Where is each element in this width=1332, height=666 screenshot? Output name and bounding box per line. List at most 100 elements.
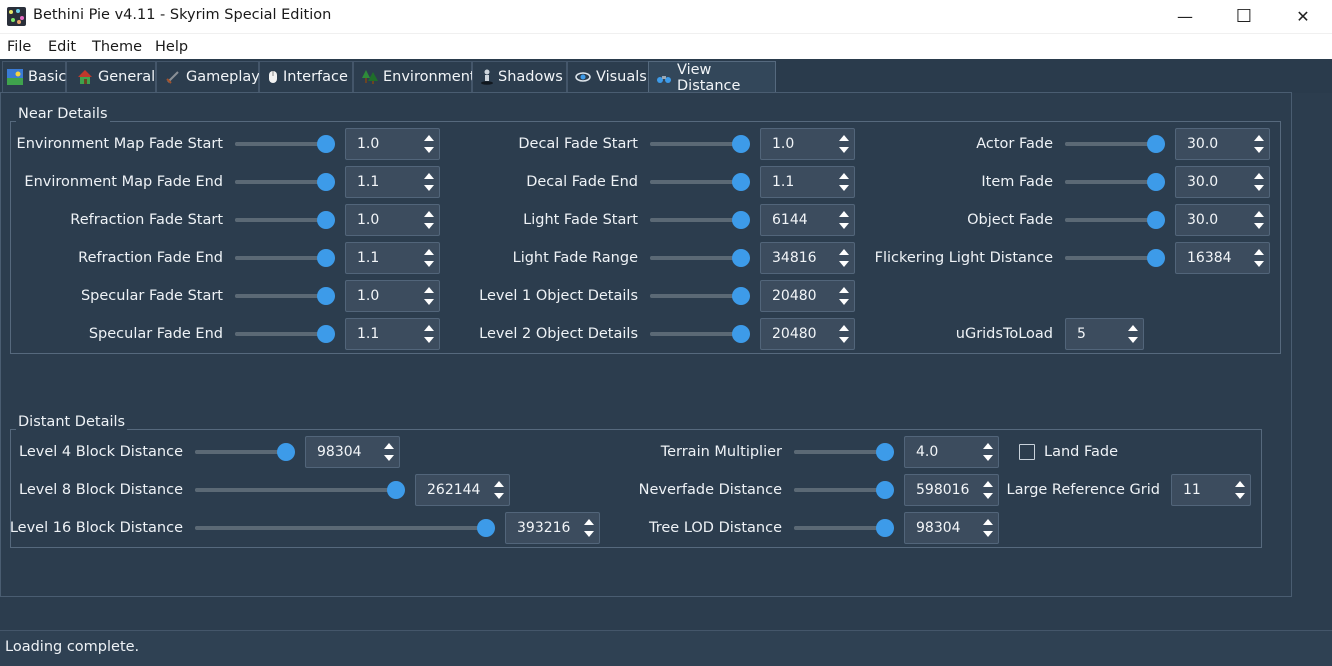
setting-spinbox[interactable]: 34816 xyxy=(760,242,855,274)
setting-spinbox[interactable]: 1.1 xyxy=(345,242,440,274)
setting-spinbox[interactable]: 6144 xyxy=(760,204,855,236)
spinbox-arrows[interactable] xyxy=(838,246,850,270)
slider-handle[interactable] xyxy=(477,519,495,537)
spinbox-arrows[interactable] xyxy=(838,322,850,346)
spinbox-arrows[interactable] xyxy=(583,516,595,540)
spinbox-arrows[interactable] xyxy=(1253,132,1265,156)
tab-environment[interactable]: Environment xyxy=(353,61,476,92)
tab-interface[interactable]: Interface xyxy=(259,61,353,92)
menu-theme[interactable]: Theme xyxy=(92,39,142,55)
spinbox-arrows[interactable] xyxy=(423,246,435,270)
menu-help[interactable]: Help xyxy=(155,39,188,55)
slider-handle[interactable] xyxy=(277,443,295,461)
setting-slider[interactable] xyxy=(235,324,335,344)
slider-handle[interactable] xyxy=(876,481,894,499)
setting-slider[interactable] xyxy=(195,480,405,500)
slider-handle[interactable] xyxy=(732,287,750,305)
setting-spinbox[interactable]: 98304 xyxy=(305,436,400,468)
setting-slider[interactable] xyxy=(650,210,750,230)
tab-view-distance[interactable]: View Distance xyxy=(648,61,776,94)
spinbox-value[interactable]: 34816 xyxy=(772,250,817,266)
spinbox-arrows[interactable] xyxy=(838,208,850,232)
spinbox-value[interactable]: 11 xyxy=(1183,482,1201,498)
setting-slider[interactable] xyxy=(235,210,335,230)
slider-handle[interactable] xyxy=(732,249,750,267)
spinbox-value[interactable]: 1.1 xyxy=(357,250,379,266)
spinbox-arrows[interactable] xyxy=(838,170,850,194)
spinbox-value[interactable]: 393216 xyxy=(517,520,570,536)
spinbox-value[interactable]: 1.0 xyxy=(357,136,379,152)
setting-spinbox[interactable]: 30.0 xyxy=(1175,166,1270,198)
spinbox-value[interactable]: 1.1 xyxy=(772,174,794,190)
slider-handle[interactable] xyxy=(1147,249,1165,267)
setting-slider[interactable] xyxy=(794,442,894,462)
spinbox-arrows[interactable] xyxy=(423,132,435,156)
setting-spinbox[interactable]: 1.1 xyxy=(345,166,440,198)
setting-spinbox[interactable]: 1.1 xyxy=(345,318,440,350)
setting-slider[interactable] xyxy=(650,172,750,192)
spinbox-value[interactable]: 98304 xyxy=(916,520,961,536)
slider-handle[interactable] xyxy=(317,135,335,153)
setting-spinbox[interactable]: 1.1 xyxy=(760,166,855,198)
spinbox-arrows[interactable] xyxy=(838,284,850,308)
setting-spinbox[interactable]: 393216 xyxy=(505,512,600,544)
tab-general[interactable]: General xyxy=(66,61,156,92)
spinbox-value[interactable]: 1.0 xyxy=(357,212,379,228)
setting-slider[interactable] xyxy=(195,442,295,462)
setting-spinbox[interactable]: 20480 xyxy=(760,280,855,312)
spinbox-arrows[interactable] xyxy=(838,132,850,156)
menu-edit[interactable]: Edit xyxy=(48,39,76,55)
slider-handle[interactable] xyxy=(317,249,335,267)
spinbox-value[interactable]: 98304 xyxy=(317,444,362,460)
spinbox-value[interactable]: 30.0 xyxy=(1187,174,1218,190)
setting-spinbox[interactable]: 98304 xyxy=(904,512,999,544)
slider-handle[interactable] xyxy=(1147,211,1165,229)
spinbox-arrows[interactable] xyxy=(493,478,505,502)
spinbox-value[interactable]: 1.1 xyxy=(357,174,379,190)
slider-handle[interactable] xyxy=(1147,173,1165,191)
setting-slider[interactable] xyxy=(794,480,894,500)
setting-slider[interactable] xyxy=(235,248,335,268)
slider-handle[interactable] xyxy=(387,481,405,499)
spinbox-value[interactable]: 1.1 xyxy=(357,326,379,342)
setting-slider[interactable] xyxy=(1065,248,1165,268)
tab-basic[interactable]: Basic xyxy=(2,61,66,92)
spinbox-value[interactable]: 4.0 xyxy=(916,444,938,460)
menu-file[interactable]: File xyxy=(7,39,31,55)
setting-spinbox[interactable]: 16384 xyxy=(1175,242,1270,274)
spinbox-value[interactable]: 1.0 xyxy=(772,136,794,152)
setting-spinbox[interactable]: 30.0 xyxy=(1175,128,1270,160)
spinbox-arrows[interactable] xyxy=(423,170,435,194)
setting-slider[interactable] xyxy=(1065,134,1165,154)
spinbox-value[interactable]: 6144 xyxy=(772,212,808,228)
setting-spinbox[interactable]: 1.0 xyxy=(345,280,440,312)
spinbox-value[interactable]: 5 xyxy=(1077,326,1086,342)
spinbox-arrows[interactable] xyxy=(423,284,435,308)
setting-spinbox[interactable]: 20480 xyxy=(760,318,855,350)
spinbox-value[interactable]: 16384 xyxy=(1187,250,1232,266)
tab-shadows[interactable]: Shadows xyxy=(472,61,567,92)
spinbox-arrows[interactable] xyxy=(982,478,994,502)
spinbox-arrows[interactable] xyxy=(1253,208,1265,232)
spinbox-arrows[interactable] xyxy=(423,208,435,232)
minimize-button[interactable]: — xyxy=(1156,0,1214,33)
ugrids-spinbox[interactable]: 5 xyxy=(1065,318,1144,350)
slider-handle[interactable] xyxy=(317,211,335,229)
setting-spinbox[interactable]: 1.0 xyxy=(345,128,440,160)
slider-handle[interactable] xyxy=(317,325,335,343)
slider-handle[interactable] xyxy=(876,519,894,537)
tab-gameplay[interactable]: Gameplay xyxy=(156,61,260,92)
close-button[interactable]: ✕ xyxy=(1274,0,1332,33)
setting-spinbox[interactable]: 1.0 xyxy=(760,128,855,160)
setting-slider[interactable] xyxy=(650,248,750,268)
setting-slider[interactable] xyxy=(235,286,335,306)
setting-spinbox[interactable]: 4.0 xyxy=(904,436,999,468)
large-reference-grid-spinbox[interactable]: 11 xyxy=(1171,474,1251,506)
spinbox-arrows[interactable] xyxy=(1127,322,1139,346)
setting-slider[interactable] xyxy=(235,134,335,154)
spinbox-arrows[interactable] xyxy=(1234,478,1246,502)
maximize-button[interactable]: ☐ xyxy=(1215,0,1273,33)
setting-spinbox[interactable]: 1.0 xyxy=(345,204,440,236)
slider-handle[interactable] xyxy=(1147,135,1165,153)
slider-handle[interactable] xyxy=(317,173,335,191)
